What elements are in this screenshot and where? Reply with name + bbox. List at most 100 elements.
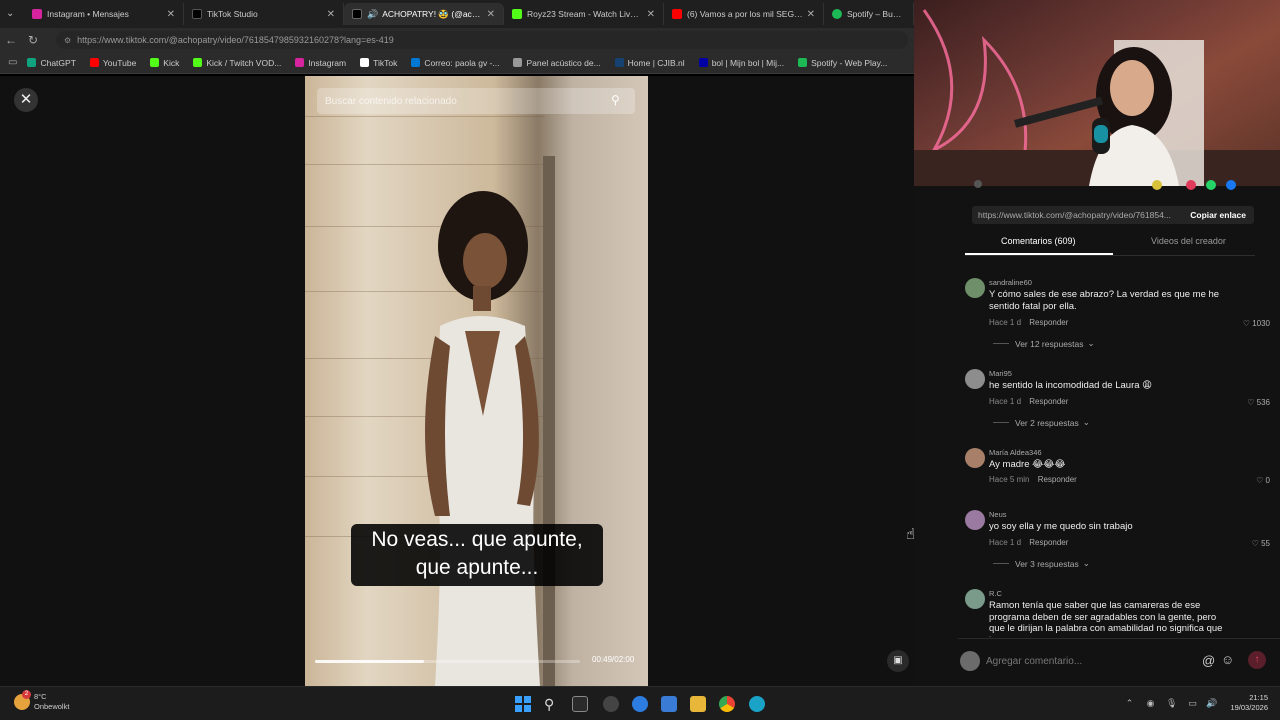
like-button[interactable]: ♡ 1030 [1243,319,1270,328]
chevron-down-icon: ⌄ [1082,417,1090,427]
bookmark-favicon-icon [513,58,523,67]
close-tab-icon[interactable]: ✕ [327,9,335,20]
bookmark-item[interactable]: Kick / Twitch VOD... [193,58,281,68]
tab-tiktok-studio[interactable]: TikTok Studio ✕ [184,3,344,25]
related-search-placeholder: Buscar contenido relacionado [325,95,457,107]
tray-app-icon[interactable]: ◉ [1145,698,1156,709]
bookmark-item[interactable]: Home | CJIB.nl [614,58,685,68]
bookmark-item[interactable]: TikTok [360,58,397,68]
avatar[interactable] [965,448,985,468]
windows-taskbar: 2 8°C Onbewolkt ⚲ ⌃ ◉ 🎙 ▭ 🔊 21:15 19/03/… [0,686,1280,720]
app-icon[interactable] [603,696,619,712]
comment-username[interactable]: sandraline60 [989,278,1032,287]
close-tab-icon[interactable]: ✕ [487,9,495,20]
speaker-icon[interactable]: 🔊 [367,9,378,20]
avatar[interactable] [965,510,985,530]
tab-comments[interactable]: Comentarios (609) [1001,236,1076,246]
comment-bar-divider [958,638,1280,639]
microphone-icon[interactable]: 🎙 [1166,698,1177,709]
emoji-icon[interactable]: ☺ [1221,652,1234,667]
like-button[interactable]: ♡ 0 [1256,476,1270,485]
windows-start-icon[interactable] [515,696,531,712]
close-tab-icon[interactable]: ✕ [647,9,655,20]
edge-icon[interactable] [632,696,648,712]
comment-item: Neus yo soy ella y me quedo sin trabajo … [965,510,1270,570]
bookmark-item[interactable]: Spotify - Web Play... [798,58,887,68]
chrome-icon[interactable] [719,696,735,712]
comment-meta: Hace 1 d Responder [989,538,1068,547]
close-tab-icon[interactable]: ✕ [167,9,175,20]
address-bar-row: ← ↻ ⚙ https://www.tiktok.com/@achopatry/… [0,28,914,52]
avatar[interactable] [965,589,985,609]
reply-button[interactable]: Responder [1029,318,1068,327]
tab-kick-stream[interactable]: Royz23 Stream - Watch Live on Ki ✕ [504,3,664,25]
url-field[interactable]: ⚙ https://www.tiktok.com/@achopatry/vide… [56,31,908,49]
comment-input[interactable] [986,649,1222,673]
bookmark-item[interactable]: Correo: paola gv -... [411,58,499,68]
weather-temperature: 8°C [34,692,47,701]
clock-time: 21:15 [1249,693,1268,702]
tab-achopatry[interactable]: 🔊 ACHOPATRY! 🥸 (@achopatr ✕ [344,3,504,25]
video-player[interactable]: Buscar contenido relacionado ⚲ No veas..… [305,76,648,686]
tab-search-chevron-icon[interactable]: ⌄ [6,8,18,20]
clock[interactable]: 21:15 19/03/2026 [1230,693,1268,713]
like-button[interactable]: ♡ 55 [1252,539,1270,548]
reply-button[interactable]: Responder [1029,538,1068,547]
reply-button[interactable]: Responder [1029,397,1068,406]
search-icon[interactable]: ⚲ [544,696,560,712]
like-button[interactable]: ♡ 536 [1247,398,1270,407]
comment-time: Hace 1 d [989,538,1022,547]
view-replies-button[interactable]: Ver 2 respuestas ⌄ [993,417,1090,428]
comment-username[interactable]: Mari95 [989,369,1012,378]
bookmark-favicon-icon [295,58,305,67]
heart-icon: ♡ [1251,539,1259,548]
bookmark-item[interactable]: YouTube [89,58,136,68]
reload-icon[interactable]: ↻ [22,33,44,47]
copy-link-button[interactable]: Copiar enlace [1182,210,1254,220]
comment-time: Hace 1 d [989,318,1022,327]
reply-button[interactable]: Responder [1038,475,1077,484]
view-replies-button[interactable]: Ver 3 respuestas ⌄ [993,558,1090,569]
close-viewer-button[interactable]: ✕ [14,88,38,112]
close-tab-icon[interactable]: ✕ [807,9,815,20]
tab-instagram[interactable]: Instagram • Mensajes ✕ [24,3,184,25]
bookmark-label: Correo: paola gv -... [424,57,500,68]
video-progress-bar[interactable] [315,660,580,663]
bookmark-item[interactable]: Kick [150,58,179,68]
send-button[interactable]: ↑ [1248,651,1266,669]
search-icon[interactable]: ⚲ [611,93,627,109]
tab-youtube[interactable]: (6) Vamos a por los mil SEGUIDOR ✕ [664,3,824,25]
tabs-divider [965,255,1255,256]
bookmark-item[interactable]: Instagram [295,58,346,68]
bookmark-favicon-icon [193,58,203,67]
comment-username[interactable]: Neus [989,510,1007,519]
instagram-icon [32,9,42,19]
sidebar-toggle-icon[interactable]: ▭ [8,57,17,68]
bookmark-favicon-icon [27,58,37,67]
tray-chevron-icon[interactable]: ⌃ [1124,698,1135,709]
weather-widget[interactable]: 2 8°C Onbewolkt [14,690,69,712]
bookmark-item[interactable]: bol | Mijn bol | Mij... [698,58,784,68]
edge-browser-icon[interactable] [749,696,765,712]
tab-spotify[interactable]: Spotify – Buscar [824,3,914,25]
bookmark-favicon-icon [798,58,808,67]
mention-icon[interactable]: @ [1202,653,1215,668]
view-replies-button[interactable]: Ver 12 respuestas ⌄ [993,338,1095,349]
tab-creator-videos[interactable]: Videos del creador [1151,236,1226,246]
streamer-webcam-overlay [914,0,1280,186]
speaker-icon[interactable]: 🔊 [1206,698,1217,709]
avatar[interactable] [965,369,985,389]
bookmark-item[interactable]: Panel acústico de... [513,58,601,68]
comment-username[interactable]: María Aldea346 [989,448,1042,457]
back-arrow-icon[interactable]: ← [0,33,22,47]
comment-username[interactable]: R.C [989,589,1002,598]
file-explorer-icon[interactable] [690,696,706,712]
mini-player-icon[interactable]: ▣ [887,650,909,672]
store-icon[interactable] [661,696,677,712]
avatar[interactable] [965,278,985,298]
task-view-icon[interactable] [572,696,588,712]
network-icon[interactable]: ▭ [1187,698,1198,709]
bookmark-item[interactable]: ChatGPT [27,58,76,68]
site-info-icon[interactable]: ⚙ [64,36,71,45]
related-search-input[interactable]: Buscar contenido relacionado ⚲ [317,88,635,114]
